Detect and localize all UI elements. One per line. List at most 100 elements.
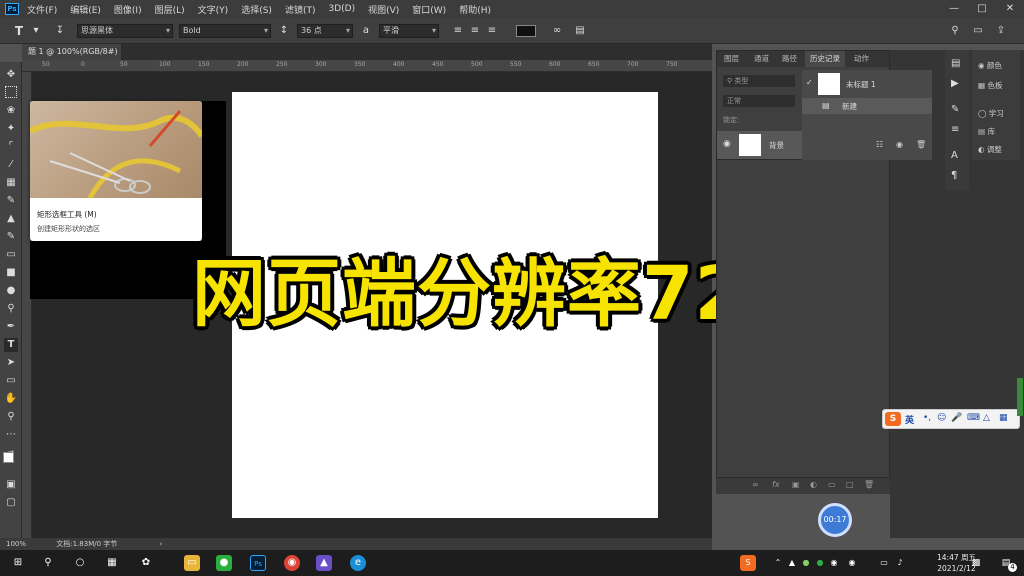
menu-edit[interactable]: 编辑(E) (70, 3, 101, 16)
marquee-tool-icon[interactable] (5, 86, 17, 98)
history-brush-icon[interactable]: ✎ (4, 230, 18, 244)
menu-layer[interactable]: 图层(L) (155, 3, 185, 16)
language-icon[interactable]: ▩ (968, 555, 984, 571)
history-snapshot[interactable]: ✓ 未标题 1 (802, 70, 932, 98)
file-explorer-icon[interactable]: ▭ (184, 555, 200, 571)
text-orientation-icon[interactable]: ↧ (53, 24, 67, 38)
swatches-panel-item[interactable]: ▦ 色板 (978, 80, 1002, 91)
mask-icon[interactable]: ▣ (792, 480, 800, 489)
menu-window[interactable]: 窗口(W) (412, 3, 446, 16)
link-icon[interactable]: ∞ (752, 480, 759, 489)
foreground-color-swatch[interactable] (3, 452, 14, 463)
pinwheel-app-icon[interactable]: ✿ (138, 555, 154, 571)
eyedropper-icon[interactable]: ⁄ (4, 158, 18, 172)
task-view-icon[interactable]: ▦ (104, 555, 120, 571)
path-selection-icon[interactable]: ➤ (4, 356, 18, 370)
folder-icon[interactable]: ▭ (828, 480, 836, 489)
character-icon[interactable]: A (951, 150, 958, 161)
keyboard-icon[interactable]: ⌨ (967, 413, 980, 423)
menu-3d[interactable]: 3D(D) (328, 4, 355, 14)
ime-language[interactable]: 英 (905, 413, 914, 426)
align-center-icon[interactable]: ≡ (468, 24, 482, 38)
photoshop-logo-icon[interactable]: Ps (5, 3, 19, 15)
cortana-icon[interactable]: ○ (72, 555, 88, 571)
menu-type[interactable]: 文字(Y) (198, 3, 229, 16)
eraser-tool-icon[interactable]: ▭ (4, 248, 18, 262)
hand-tool-icon[interactable]: ✋ (4, 392, 18, 406)
media-app-icon[interactable]: ▲ (316, 555, 332, 571)
microphone-icon[interactable]: 🎤 (951, 413, 962, 423)
toolbox-icon[interactable]: ▦ (999, 413, 1008, 423)
align-right-icon[interactable]: ≡ (485, 24, 499, 38)
history-state[interactable]: ▤ 新建 (802, 98, 932, 114)
history-brush-icon[interactable]: ✓ (806, 78, 813, 87)
eye-icon[interactable]: ◉ (723, 139, 731, 149)
tray-app2-icon[interactable]: ◉ (844, 555, 860, 571)
brush-tool-icon[interactable]: ✎ (4, 194, 18, 208)
antialias-select[interactable]: 平滑 (379, 23, 439, 38)
properties-icon[interactable]: ≡ (951, 124, 959, 135)
text-color-swatch[interactable] (516, 24, 536, 37)
menu-filter[interactable]: 滤镜(T) (285, 3, 316, 16)
history-icon[interactable]: ▤ (951, 58, 960, 69)
tab-actions[interactable]: 动作 (849, 51, 874, 67)
blend-mode-select[interactable]: 正常 (723, 95, 795, 107)
warp-text-icon[interactable]: ∞ (550, 24, 564, 38)
menu-file[interactable]: 文件(F) (27, 3, 57, 16)
type-tool-icon[interactable]: T (4, 338, 18, 352)
volume-icon[interactable]: ♪ (892, 555, 908, 571)
trash-icon[interactable]: 🗑 (916, 140, 926, 149)
close-icon[interactable]: ✕ (996, 0, 1024, 18)
quick-mask-icon[interactable]: ▣ (4, 478, 18, 492)
crop-tool-icon[interactable]: ⌜ (4, 140, 18, 154)
paragraph-icon[interactable]: ¶ (951, 170, 957, 181)
recording-timer[interactable]: 00:17 (818, 503, 852, 537)
maximize-icon[interactable]: □ (968, 0, 996, 18)
move-tool-icon[interactable]: ✥ (4, 68, 18, 82)
menu-view[interactable]: 视图(V) (368, 3, 399, 16)
share-icon[interactable]: ⇪ (994, 24, 1008, 38)
menu-image[interactable]: 图像(I) (114, 3, 142, 16)
play-icon[interactable]: ▶ (951, 78, 959, 89)
workspace-icon[interactable]: ▭ (971, 24, 985, 38)
new-layer-icon[interactable]: □ (846, 480, 854, 489)
lasso-tool-icon[interactable]: ❀ (4, 104, 18, 118)
tab-history[interactable]: 历史记录 (805, 51, 845, 67)
filter-kind-select[interactable]: ⚲ 类型 (723, 75, 795, 87)
tray-app-icon[interactable]: ◉ (826, 555, 842, 571)
pen-tool-icon[interactable]: ✒ (4, 320, 18, 334)
tab-paths[interactable]: 路径 (777, 51, 802, 67)
align-left-icon[interactable]: ≡ (451, 24, 465, 38)
search-icon[interactable]: ⚲ (948, 24, 962, 38)
sogou-tray-icon[interactable]: S (740, 555, 756, 571)
brush-settings-icon[interactable]: ✎ (951, 104, 959, 115)
emoji-icon[interactable]: ☺ (937, 413, 946, 423)
network-icon[interactable]: ▭ (876, 555, 892, 571)
clone-stamp-icon[interactable]: ▲ (4, 212, 18, 226)
sogou-logo-icon[interactable]: S (885, 412, 901, 426)
windows-start-icon[interactable]: ⊞ (10, 555, 26, 571)
gradient-tool-icon[interactable]: ■ (4, 266, 18, 280)
punctuation-icon[interactable]: •, (923, 413, 931, 423)
trash-icon[interactable]: 🗑 (864, 480, 874, 489)
search-icon[interactable]: ⚲ (40, 555, 56, 571)
adjustments-panel-item[interactable]: ◐ 调整 (978, 144, 1002, 155)
color-panel-item[interactable]: ◉ 颜色 (978, 60, 1002, 71)
font-size-select[interactable]: 36 点 (297, 23, 353, 38)
fx-icon[interactable]: fx (772, 480, 780, 489)
chevron-down-icon[interactable]: ▾ (29, 24, 43, 38)
character-panel-icon[interactable]: ▤ (573, 24, 587, 38)
ime-toolbar[interactable]: S 英 •, ☺ 🎤 ⌨ △ ▦ (882, 409, 1020, 429)
screen-mode-icon[interactable]: ▢ (4, 496, 18, 510)
wechat-icon[interactable]: ● (216, 555, 232, 571)
document-tab[interactable]: 题 1 @ 100%(RGB/8#) × (22, 44, 122, 72)
magic-wand-icon[interactable]: ✦ (4, 122, 18, 136)
edge-icon[interactable]: e (350, 555, 366, 571)
zoom-level[interactable]: 100% (6, 540, 26, 548)
menu-help[interactable]: 帮助(H) (459, 3, 491, 16)
zoom-tool-icon[interactable]: ⚲ (4, 410, 18, 424)
skin-icon[interactable]: △ (983, 413, 990, 423)
font-style-select[interactable]: Bold (179, 23, 271, 38)
adjustment-icon[interactable]: ◐ (810, 480, 817, 489)
tab-layers[interactable]: 图层 (719, 51, 744, 67)
